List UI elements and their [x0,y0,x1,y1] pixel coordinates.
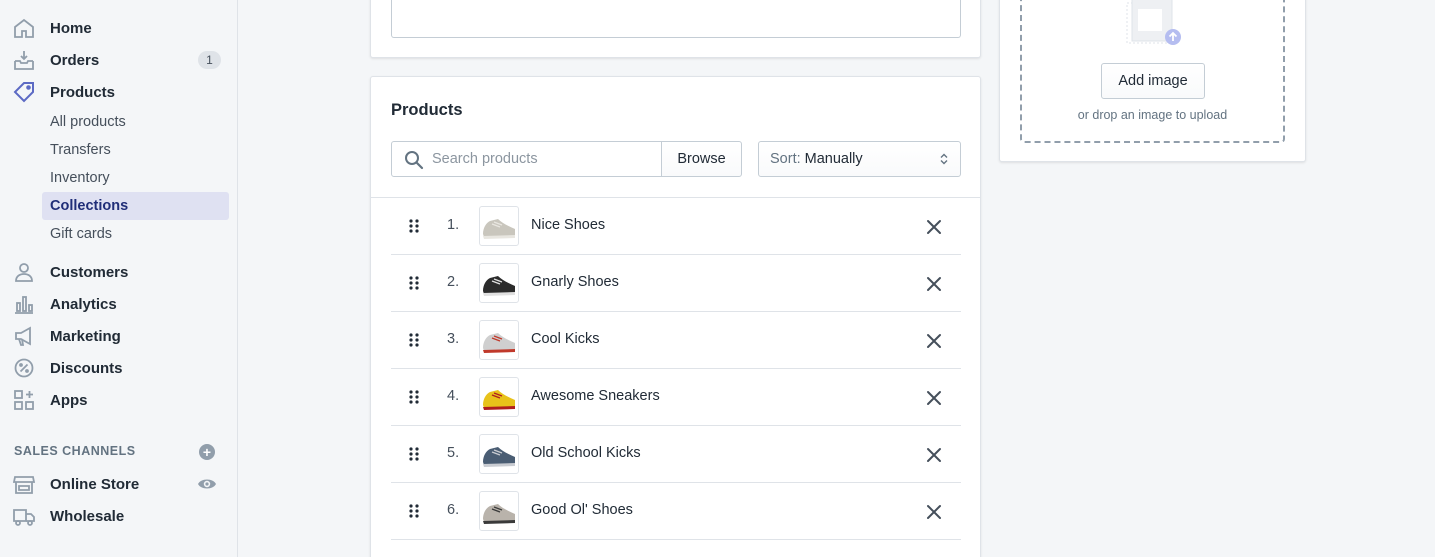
nav-item-home[interactable]: Home [0,12,238,44]
product-position: 4. [447,388,460,404]
drag-handle-icon[interactable] [409,447,419,461]
nav-label-analytics: Analytics [50,295,117,313]
products-card: Products Browse Sort: Manually 1. Nice Sh… [370,76,981,557]
nav-label-online-store: Online Store [50,475,140,493]
remove-icon[interactable] [926,219,942,235]
nav-label-products: Products [50,83,116,101]
sidebar-item-collections[interactable]: Collections [42,192,229,220]
sales-channels-heading: SALES CHANNELS [14,444,136,458]
customer-icon [13,261,35,283]
search-icon [405,151,424,170]
nav-label-customers: Customers [50,263,129,281]
product-thumbnail [479,263,519,303]
nav-item-wholesale[interactable]: Wholesale [0,500,238,532]
drag-handle-icon[interactable] [409,276,419,290]
product-row: 5. Old School Kicks [391,426,961,483]
sort-select[interactable]: Sort: Manually [758,141,961,177]
sidebar: Home Orders 1 Products All products Tran… [0,0,238,557]
orders-count-badge: 1 [198,51,221,69]
drop-hint-text: or drop an image to upload [1077,108,1228,122]
image-drop-zone[interactable]: Add image or drop an image to upload [1020,0,1285,143]
product-position: 5. [447,445,460,461]
nav-item-orders[interactable]: Orders 1 [0,44,238,76]
sidebar-item-gift-cards[interactable]: Gift cards [42,220,229,248]
description-editor[interactable] [391,0,961,38]
product-thumbnail [479,320,519,360]
sidebar-item-all-products[interactable]: All products [42,108,229,136]
product-position: 2. [447,274,460,290]
product-name[interactable]: Gnarly Shoes [531,274,619,290]
sidebar-item-label: Inventory [50,170,110,186]
product-thumbnail [479,434,519,474]
product-thumbnail [479,206,519,246]
product-position: 3. [447,331,460,347]
drag-handle-icon[interactable] [409,390,419,404]
product-name[interactable]: Old School Kicks [531,445,641,461]
store-icon [13,473,35,495]
product-row: 2. Gnarly Shoes [391,255,961,312]
browse-button[interactable]: Browse [661,141,742,177]
apps-icon [13,389,35,411]
products-card-title: Products [391,101,463,119]
sidebar-item-inventory[interactable]: Inventory [42,164,229,192]
product-name[interactable]: Good Ol' Shoes [531,502,633,518]
drag-handle-icon[interactable] [409,219,419,233]
image-placeholder-icon [1126,0,1181,45]
select-arrows-icon [940,153,948,165]
discount-icon [13,357,35,379]
sidebar-item-label: Transfers [50,142,111,158]
nav-item-apps[interactable]: Apps [0,384,238,416]
product-row: 6. Good Ol' Shoes [391,483,961,540]
search-input[interactable] [432,142,657,176]
product-thumbnail [479,377,519,417]
home-icon [13,17,35,39]
product-row: 3. Cool Kicks [391,312,961,369]
view-store-eye-icon[interactable] [197,475,217,493]
tag-icon [13,81,35,103]
product-name[interactable]: Awesome Sneakers [531,388,660,404]
sidebar-item-label: Collections [50,198,129,214]
orders-icon [13,49,35,71]
add-channel-icon[interactable]: + [199,444,215,460]
nav-label-home: Home [50,19,92,37]
product-position: 1. [447,217,460,233]
description-card [370,0,981,58]
add-image-button[interactable]: Add image [1101,63,1205,99]
sidebar-item-label: All products [50,114,126,130]
nav-item-analytics[interactable]: Analytics [0,288,238,320]
megaphone-icon [13,325,35,347]
sort-value: Manually [804,151,863,167]
nav-label-wholesale: Wholesale [50,507,125,525]
nav-label-apps: Apps [50,391,88,409]
nav-label-orders: Orders [50,51,100,69]
product-name[interactable]: Cool Kicks [531,331,600,347]
product-name[interactable]: Nice Shoes [531,217,605,233]
nav-item-marketing[interactable]: Marketing [0,320,238,352]
analytics-icon [13,293,35,315]
nav-item-customers[interactable]: Customers [0,256,238,288]
product-search-box[interactable] [391,141,662,177]
truck-icon [13,505,35,527]
remove-icon[interactable] [926,390,942,406]
sidebar-item-transfers[interactable]: Transfers [42,136,229,164]
nav-label-marketing: Marketing [50,327,121,345]
product-row: 4. Awesome Sneakers [391,369,961,426]
remove-icon[interactable] [926,504,942,520]
nav-item-products[interactable]: Products [0,76,238,108]
drag-handle-icon[interactable] [409,333,419,347]
nav-item-discounts[interactable]: Discounts [0,352,238,384]
sidebar-item-label: Gift cards [50,226,113,242]
product-row: 1. Nice Shoes [391,198,961,255]
sort-label: Sort: [770,151,801,167]
product-thumbnail [479,491,519,531]
drag-handle-icon[interactable] [409,504,419,518]
remove-icon[interactable] [926,333,942,349]
remove-icon[interactable] [926,276,942,292]
collection-image-card: Add image or drop an image to upload [999,0,1306,162]
nav-label-discounts: Discounts [50,359,123,377]
remove-icon[interactable] [926,447,942,463]
product-position: 6. [447,502,460,518]
